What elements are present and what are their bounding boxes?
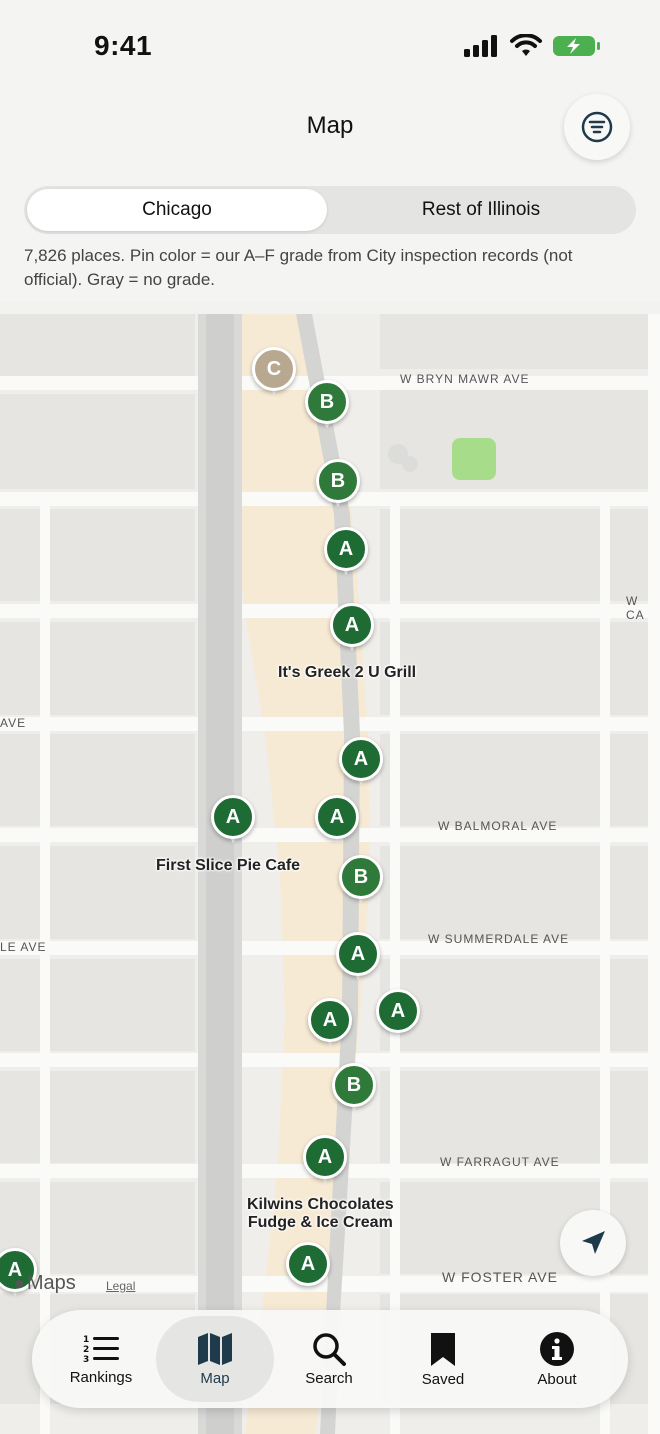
segment-rest-of-illinois[interactable]: Rest of Illinois bbox=[330, 189, 632, 231]
tab-about-label: About bbox=[537, 1370, 577, 1388]
signal-icon bbox=[464, 35, 497, 57]
street-label-summerdale: W SUMMERDALE AVE bbox=[428, 932, 570, 946]
status-bar: 9:41 bbox=[0, 0, 660, 92]
street-label-bryn-mawr: W BRYN MAWR AVE bbox=[400, 372, 530, 386]
map-pin-grade-a[interactable]: A bbox=[339, 737, 383, 789]
map-pin-grade-b[interactable]: B bbox=[332, 1063, 376, 1115]
street-label-balmoral: W BALMORAL AVE bbox=[438, 819, 558, 833]
map-pin-grade-a[interactable]: A bbox=[303, 1135, 347, 1187]
segment-chicago[interactable]: Chicago bbox=[27, 189, 327, 231]
bookmark-icon bbox=[431, 1332, 455, 1366]
locate-me-button[interactable] bbox=[560, 1210, 626, 1276]
map-pin-grade-label: A bbox=[303, 1135, 347, 1179]
location-arrow-icon bbox=[582, 1231, 605, 1254]
map-icon bbox=[198, 1332, 232, 1365]
tab-about[interactable]: About bbox=[498, 1316, 616, 1402]
info-icon bbox=[540, 1331, 574, 1366]
map-pin-grade-a[interactable]: A bbox=[308, 998, 352, 1050]
map-pin-grade-a[interactable]: A bbox=[286, 1242, 330, 1294]
map-pin-grade-b[interactable]: B bbox=[339, 855, 383, 907]
header: Map Chicago Rest of Illinois 7,826 place… bbox=[0, 92, 660, 302]
info-text: 7,826 places. Pin color = our A–F grade … bbox=[24, 246, 573, 289]
map-pin-grade-c[interactable]: C bbox=[252, 347, 296, 399]
place-label-kilwins[interactable]: Kilwins Chocolates Fudge & Ice Cream bbox=[247, 1196, 394, 1232]
page-title: Map bbox=[306, 112, 354, 139]
map-pin-grade-a[interactable]: A bbox=[336, 932, 380, 984]
street-label-ave: AVE bbox=[0, 716, 27, 730]
svg-text:1: 1 bbox=[83, 1335, 89, 1345]
map-pin-grade-label: A bbox=[324, 527, 368, 571]
map-pin-grade-a[interactable]: A bbox=[330, 603, 374, 655]
maps-attribution-label: Maps bbox=[26, 1272, 76, 1294]
svg-text:3: 3 bbox=[83, 1355, 89, 1365]
legal-link[interactable]: Legal bbox=[106, 1279, 135, 1293]
filter-button[interactable] bbox=[564, 94, 630, 160]
street-label-le-ave: LE AVE bbox=[0, 940, 47, 954]
map-pin-grade-a[interactable]: A bbox=[324, 527, 368, 579]
map-pin-grade-label: A bbox=[339, 737, 383, 781]
map-view[interactable]: W BRYN MAWR AVE W CA AVE W BALMORAL AVE … bbox=[0, 314, 660, 1434]
map-pin-grade-label: A bbox=[315, 795, 359, 839]
tab-search-label: Search bbox=[305, 1369, 353, 1387]
tab-map[interactable]: Map bbox=[156, 1316, 274, 1402]
search-icon bbox=[313, 1332, 346, 1366]
tab-search[interactable]: Search bbox=[270, 1316, 388, 1402]
tab-rankings-label: Rankings bbox=[69, 1368, 133, 1386]
tab-saved[interactable]: Saved bbox=[384, 1316, 502, 1402]
wifi-icon bbox=[510, 34, 542, 56]
map-pin-grade-label: A bbox=[336, 932, 380, 976]
tab-map-label: Map bbox=[200, 1369, 230, 1387]
map-pin-grade-label: A bbox=[376, 989, 420, 1033]
street-label-foster: W FOSTER AVE bbox=[442, 1269, 558, 1285]
maps-attribution: ● Maps bbox=[14, 1272, 76, 1295]
map-pin-grade-a[interactable]: A bbox=[376, 989, 420, 1041]
list-numbered-icon: 1 2 3 bbox=[83, 1335, 119, 1365]
region-segmented-control: Chicago Rest of Illinois bbox=[24, 186, 636, 234]
apple-logo-icon: ● bbox=[14, 1273, 25, 1293]
map-pin-grade-label: B bbox=[305, 380, 349, 424]
place-label-its-greek-2-u-grill[interactable]: It's Greek 2 U Grill bbox=[278, 664, 416, 682]
street-label-farragut: W FARRAGUT AVE bbox=[440, 1155, 560, 1169]
place-label-first-slice-pie-cafe[interactable]: First Slice Pie Cafe bbox=[156, 857, 300, 875]
filter-icon bbox=[581, 111, 613, 143]
map-pin-grade-b[interactable]: B bbox=[316, 459, 360, 511]
map-pin-grade-label: C bbox=[252, 347, 296, 391]
status-time: 9:41 bbox=[94, 30, 153, 61]
status-icons bbox=[464, 34, 602, 58]
map-pin-grade-b[interactable]: B bbox=[305, 380, 349, 432]
map-pin-grade-a[interactable]: A bbox=[315, 795, 359, 847]
tab-rankings[interactable]: 1 2 3 Rankings bbox=[42, 1316, 160, 1402]
street-label-w-ca: W CA bbox=[626, 594, 645, 622]
map-pin-grade-label: A bbox=[286, 1242, 330, 1286]
svg-text:2: 2 bbox=[83, 1345, 89, 1355]
tab-bar: 1 2 3 Rankings Map Search Saved About bbox=[32, 1310, 628, 1408]
map-pin-grade-label: A bbox=[330, 603, 374, 647]
map-pin-grade-label: B bbox=[332, 1063, 376, 1107]
map-pin-grade-label: A bbox=[211, 795, 255, 839]
map-pin-grade-label: B bbox=[339, 855, 383, 899]
map-pin-grade-label: B bbox=[316, 459, 360, 503]
map-pin-grade-a[interactable]: A bbox=[211, 795, 255, 847]
tab-saved-label: Saved bbox=[421, 1370, 465, 1388]
map-pin-grade-label: A bbox=[308, 998, 352, 1042]
battery-icon bbox=[553, 36, 600, 56]
